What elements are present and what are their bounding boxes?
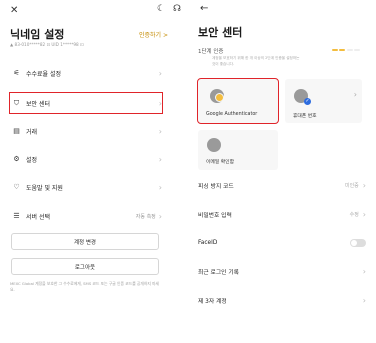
faceid-toggle[interactable] [350,239,366,247]
email-card[interactable]: 이메일 확인함 [198,130,278,170]
twofa-label: 1단계 인증 [198,49,224,55]
toggle-knob [351,240,357,246]
account-menu-screen: ✕ ☾ ☊ 닉네임 설정 인증하기 > ▲ 83-010*****82 ⊡ UI… [0,0,188,343]
headset-icon[interactable]: ☊ [173,5,181,14]
menu-item-fee-settings[interactable]: ⚟ 수수료율 설정 › [10,63,162,83]
clipboard-icon: ▤ [13,127,20,135]
chevron-right-icon: › [158,126,162,136]
nickname-title[interactable]: 닉네임 설정 [10,26,64,42]
chevron-right-icon: › [158,68,162,78]
security-level-bar [331,49,360,51]
gear-icon: ⚙ [13,155,20,163]
row-label: FaceID [198,240,218,246]
chevron-right-icon: › [158,211,162,221]
card-label: 휴대폰 번호 [293,114,317,119]
menu-item-label: 도움말 및 지원 [26,184,63,192]
row-label: 피싱 방지 코드 [198,183,234,190]
sliders-icon: ⚟ [13,69,20,77]
menu-item-label: 서버 선택 [26,213,50,221]
menu-item-security-center[interactable]: ⛉ 보안 센터 › [9,92,163,114]
chat-icon: ♡ [13,183,20,191]
menu-item-label: 거래 [26,128,38,136]
verify-link[interactable]: 인증하기 > [139,30,168,39]
account-id-row: ▲ 83-010*****82 ⊡ UID 1*****98 ⊡ [10,42,84,47]
menu-item-help[interactable]: ♡ 도움말 및 지원 › [10,177,162,197]
shield-icon: ⛉ [13,98,20,107]
security-footnote: MEXC Global 계정을 보호한 그 수수료에게, SMS 코드 또는 구… [10,281,160,292]
row-label: 최근 로그인 기록 [198,269,240,276]
logout-button[interactable]: 로그아웃 [11,258,159,275]
level-segment [331,49,338,51]
chevron-right-icon: › [362,209,366,219]
menu-item-server-select[interactable]: ☰ 서버 선택 자동 측정 › [10,206,162,226]
row-anti-phishing[interactable]: 피싱 방지 코드 미인증 › [198,176,366,194]
row-value: 미인증 [344,182,359,189]
level-segment [346,49,353,51]
authenticator-icon [210,89,224,103]
card-label: 이메일 확인함 [206,160,235,165]
row-login-history[interactable]: 최근 로그인 기록 › [198,262,366,280]
security-center-screen: ← 보안 센터 1단계 인증 계정을 보호하기 위해 한 개 이상의 2단계 인… [188,0,376,343]
chevron-right-icon: › [362,295,366,305]
twofa-description: 계정을 보호하기 위해 한 개 이상의 2단계 인증을 설정하는 것이 좋습니다… [212,56,300,66]
phone-card[interactable]: ✓ 휴대폰 번호 › [285,79,362,123]
menu-item-trade[interactable]: ▤ 거래 › [10,121,162,141]
page-title: 보안 센터 [198,26,243,39]
chevron-right-icon: › [362,266,366,276]
row-label: 비밀번호 입력 [198,212,232,219]
lock-badge-icon [215,93,224,102]
chevron-right-icon: › [158,154,162,164]
server-value: 자동 측정 [135,213,156,220]
row-third-party[interactable]: 제 3자 계정 › [198,291,366,309]
menu-item-label: 설정 [26,156,38,164]
chevron-right-icon: › [158,182,162,192]
card-label: Google Authenticator [206,112,258,117]
row-faceid: FaceID [198,234,366,252]
row-password[interactable]: 비밀번호 입력 수정 › [198,205,366,223]
row-value: 수정 [349,211,359,218]
google-authenticator-card[interactable]: Google Authenticator [197,78,279,124]
server-icon: ☰ [13,212,20,220]
close-icon[interactable]: ✕ [10,6,18,16]
level-segment [339,49,345,51]
moon-icon[interactable]: ☾ [157,5,165,14]
email-icon [207,138,221,152]
check-badge-icon: ✓ [304,98,311,105]
menu-item-label: 수수료율 설정 [26,70,62,78]
chevron-right-icon: › [362,180,366,190]
row-label: 제 3자 계정 [198,298,227,305]
menu-item-label: 보안 센터 [26,100,50,108]
chevron-right-icon: › [158,98,162,108]
level-segment [354,49,360,51]
back-arrow-icon[interactable]: ← [200,4,208,14]
menu-item-settings[interactable]: ⚙ 설정 › [10,149,162,169]
phone-icon: ✓ [294,89,311,105]
switch-account-button[interactable]: 계정 변경 [11,233,159,250]
chevron-right-icon: › [353,90,357,99]
